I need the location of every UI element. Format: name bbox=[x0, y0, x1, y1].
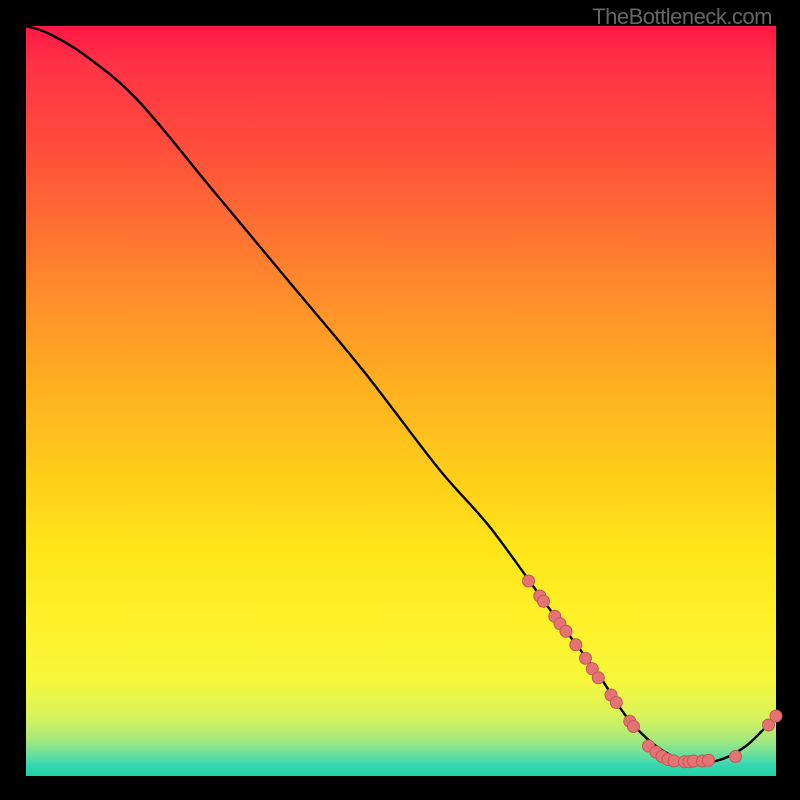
data-markers bbox=[523, 575, 783, 768]
bottleneck-curve bbox=[26, 26, 776, 763]
data-marker bbox=[523, 575, 535, 587]
data-marker bbox=[570, 639, 582, 651]
data-marker bbox=[560, 625, 572, 637]
chart-frame: TheBottleneck.com bbox=[0, 0, 800, 800]
data-marker bbox=[730, 751, 742, 763]
data-marker bbox=[703, 754, 715, 766]
data-marker bbox=[580, 652, 592, 664]
data-marker bbox=[610, 697, 622, 709]
data-marker bbox=[770, 710, 782, 722]
plot-area bbox=[26, 26, 776, 776]
chart-svg bbox=[26, 26, 776, 776]
data-marker bbox=[592, 672, 604, 684]
data-marker bbox=[538, 595, 550, 607]
data-marker bbox=[628, 721, 640, 733]
